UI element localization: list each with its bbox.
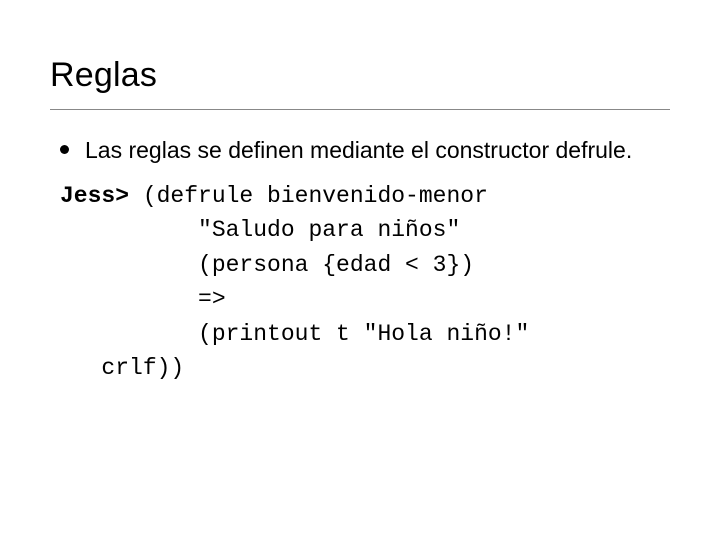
- slide-title: Reglas: [50, 56, 670, 95]
- code-line-6: crlf)): [60, 355, 184, 381]
- code-line-5: (printout t "Hola niño!": [60, 321, 529, 347]
- slide: Reglas Las reglas se definen mediante el…: [0, 0, 720, 540]
- bullet-item: Las reglas se definen mediante el constr…: [50, 136, 670, 165]
- bullet-icon: [60, 145, 69, 154]
- title-divider: [50, 109, 670, 110]
- code-line-2: "Saludo para niños": [60, 217, 460, 243]
- code-line-1: (defrule bienvenido-menor: [129, 183, 488, 209]
- code-prompt: Jess>: [60, 183, 129, 209]
- code-line-3: (persona {edad < 3}): [60, 252, 474, 278]
- bullet-text: Las reglas se definen mediante el constr…: [85, 136, 632, 165]
- code-block: Jess> (defrule bienvenido-menor "Saludo …: [60, 179, 670, 386]
- code-line-4: =>: [60, 286, 226, 312]
